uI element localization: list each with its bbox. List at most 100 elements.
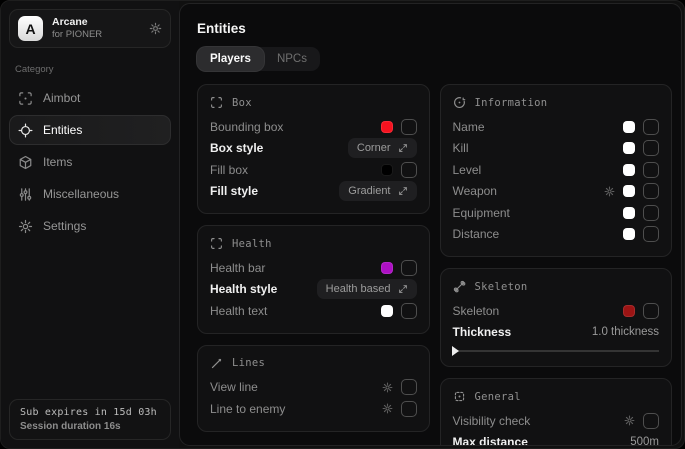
gear-icon[interactable] bbox=[382, 382, 393, 393]
setting-label: Health style bbox=[210, 282, 317, 296]
app-window: A Arcane for PIONER Category bbox=[0, 0, 685, 449]
setting-row-fill-style: Fill style Gradient bbox=[210, 181, 417, 203]
color-swatch[interactable] bbox=[381, 305, 393, 317]
color-swatch[interactable] bbox=[623, 121, 635, 133]
information-card: Information Name Kill bbox=[440, 84, 673, 257]
box-style-dropdown[interactable]: Corner bbox=[348, 138, 417, 158]
tab-players[interactable]: Players bbox=[197, 47, 264, 71]
page-title: Entities bbox=[197, 21, 672, 36]
setting-label: Name bbox=[453, 120, 624, 134]
color-swatch[interactable] bbox=[623, 185, 635, 197]
slider-handle[interactable] bbox=[452, 346, 459, 356]
setting-label: Level bbox=[453, 163, 624, 177]
health-card: Health Health bar Health style Health ba… bbox=[197, 225, 430, 334]
sidebar-item-miscellaneous[interactable]: Miscellaneous bbox=[9, 179, 171, 209]
dropdown-value: Health based bbox=[326, 283, 391, 295]
checkbox[interactable] bbox=[643, 183, 659, 199]
setting-row-skeleton: Skeleton bbox=[453, 300, 660, 322]
checkbox[interactable] bbox=[643, 303, 659, 319]
card-title: Health bbox=[232, 238, 272, 250]
setting-row-fill-box: Fill box bbox=[210, 159, 417, 181]
setting-label: Thickness bbox=[453, 325, 592, 339]
tab-bar: Players NPCs bbox=[197, 47, 320, 71]
thickness-slider[interactable] bbox=[453, 350, 660, 352]
setting-label: Line to enemy bbox=[210, 402, 382, 416]
setting-row-box-style: Box style Corner bbox=[210, 138, 417, 160]
sidebar: A Arcane for PIONER Category bbox=[1, 1, 179, 448]
setting-label: Kill bbox=[453, 141, 624, 155]
checkbox[interactable] bbox=[401, 303, 417, 319]
gear-icon[interactable] bbox=[604, 186, 615, 197]
checkbox[interactable] bbox=[401, 401, 417, 417]
skeleton-card: Skeleton Skeleton Thickness 1.0 thicknes… bbox=[440, 268, 673, 367]
subscription-info: Sub expires in 15d 03h Session duration … bbox=[9, 399, 171, 440]
color-swatch[interactable] bbox=[623, 142, 635, 154]
checkbox[interactable] bbox=[643, 226, 659, 242]
color-swatch[interactable] bbox=[623, 228, 635, 240]
setting-row-health-style: Health style Health based bbox=[210, 279, 417, 301]
color-swatch[interactable] bbox=[381, 262, 393, 274]
sidebar-item-label: Miscellaneous bbox=[43, 187, 119, 201]
setting-label: Fill style bbox=[210, 184, 339, 198]
checkbox[interactable] bbox=[401, 119, 417, 135]
setting-row-line-to-enemy: Line to enemy bbox=[210, 398, 417, 420]
setting-label: Visibility check bbox=[453, 414, 625, 428]
gear-icon bbox=[18, 219, 33, 234]
setting-row-level: Level bbox=[453, 159, 660, 181]
checkbox[interactable] bbox=[643, 413, 659, 429]
box-card-header: Box bbox=[210, 96, 417, 109]
checkbox[interactable] bbox=[643, 140, 659, 156]
sidebar-item-settings[interactable]: Settings bbox=[9, 211, 171, 241]
lines-card: Lines View line bbox=[197, 345, 430, 432]
main-panel: Entities Players NPCs Box bbox=[179, 3, 682, 446]
checkbox[interactable] bbox=[643, 205, 659, 221]
card-title: Information bbox=[475, 97, 548, 109]
color-swatch[interactable] bbox=[381, 164, 393, 176]
tab-npcs[interactable]: NPCs bbox=[264, 47, 320, 71]
checkbox[interactable] bbox=[643, 119, 659, 135]
general-card-header: General bbox=[453, 390, 660, 403]
checkbox[interactable] bbox=[401, 379, 417, 395]
lines-card-header: Lines bbox=[210, 357, 417, 370]
card-title: Skeleton bbox=[475, 281, 528, 293]
category-label: Category bbox=[15, 64, 165, 75]
color-swatch[interactable] bbox=[623, 164, 635, 176]
setting-row-view-line: View line bbox=[210, 377, 417, 399]
color-swatch[interactable] bbox=[623, 207, 635, 219]
gear-icon[interactable] bbox=[624, 415, 635, 426]
setting-label: Max distance bbox=[453, 435, 631, 446]
sidebar-item-entities[interactable]: Entities bbox=[9, 115, 171, 145]
scan-brackets-icon bbox=[210, 237, 223, 250]
setting-label: Skeleton bbox=[453, 304, 624, 318]
bone-icon bbox=[453, 280, 466, 293]
setting-row-health-text: Health text bbox=[210, 300, 417, 322]
app-name: Arcane bbox=[52, 16, 102, 29]
dropdown-value: Corner bbox=[357, 142, 391, 154]
cube-icon bbox=[18, 155, 33, 170]
gear-icon[interactable] bbox=[382, 403, 393, 414]
setting-row-kill: Kill bbox=[453, 138, 660, 160]
checkbox[interactable] bbox=[401, 162, 417, 178]
checkbox[interactable] bbox=[643, 162, 659, 178]
setting-row-name: Name bbox=[453, 116, 660, 138]
color-swatch[interactable] bbox=[381, 121, 393, 133]
checkbox[interactable] bbox=[401, 260, 417, 276]
gear-icon[interactable] bbox=[149, 22, 162, 35]
setting-label: Bounding box bbox=[210, 120, 381, 134]
sidebar-nav: Aimbot Entities Items bbox=[9, 83, 171, 241]
sliders-icon bbox=[18, 187, 33, 202]
sidebar-item-items[interactable]: Items bbox=[9, 147, 171, 177]
max-distance-value: 500m bbox=[630, 436, 659, 446]
setting-label: Equipment bbox=[453, 206, 624, 220]
color-swatch[interactable] bbox=[623, 305, 635, 317]
right-column: Information Name Kill bbox=[440, 84, 673, 446]
skeleton-card-header: Skeleton bbox=[453, 280, 660, 293]
setting-row-weapon: Weapon bbox=[453, 181, 660, 203]
sidebar-item-aimbot[interactable]: Aimbot bbox=[9, 83, 171, 113]
setting-row-visibility-check: Visibility check bbox=[453, 410, 660, 432]
health-style-dropdown[interactable]: Health based bbox=[317, 279, 417, 299]
card-title: General bbox=[475, 391, 521, 403]
left-column: Box Bounding box Box style Corner bbox=[197, 84, 430, 446]
setting-label: View line bbox=[210, 380, 382, 394]
fill-style-dropdown[interactable]: Gradient bbox=[339, 181, 416, 201]
